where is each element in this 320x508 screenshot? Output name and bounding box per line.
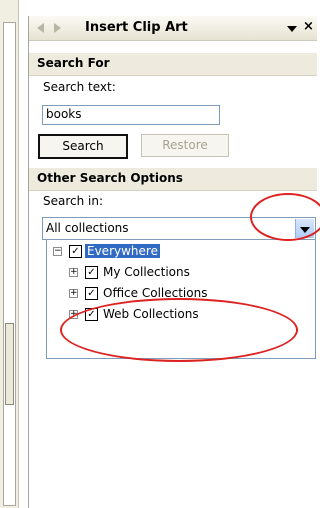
search-text-field[interactable] xyxy=(42,105,220,125)
checkbox-checked-icon[interactable]: ✓ xyxy=(85,266,98,279)
left-arrow-icon[interactable] xyxy=(37,23,44,33)
dropdown-triangle-icon[interactable] xyxy=(287,26,297,32)
search-in-label: Search in: xyxy=(43,194,104,208)
other-search-options-header: Other Search Options xyxy=(29,168,317,191)
tree-node-label: My Collections xyxy=(103,265,190,279)
scrollbar-thumb[interactable] xyxy=(5,323,14,405)
search-in-selected-value: All collections xyxy=(46,221,129,235)
tree-node-label: Everywhere xyxy=(85,244,160,258)
search-button[interactable]: Search xyxy=(38,134,128,159)
right-arrow-icon[interactable] xyxy=(54,23,61,33)
task-pane-title: Insert Clip Art xyxy=(85,20,188,35)
insert-clip-art-task-pane: Insert Clip Art × Search For Search text… xyxy=(28,16,317,508)
expand-icon[interactable]: + xyxy=(69,268,78,277)
search-text-label: Search text: xyxy=(43,80,116,94)
restore-button[interactable]: Restore xyxy=(141,134,229,157)
search-for-section-header: Search For xyxy=(29,53,317,76)
expand-icon[interactable]: + xyxy=(69,289,78,298)
search-text-input[interactable] xyxy=(43,106,215,122)
tree-node-everywhere[interactable]: − ✓ Everywhere xyxy=(47,244,307,260)
close-icon[interactable]: × xyxy=(303,19,314,34)
document-edge xyxy=(0,0,19,508)
task-pane-titlebar: Insert Clip Art × xyxy=(29,16,317,41)
collapse-icon[interactable]: − xyxy=(53,247,62,256)
search-for-heading: Search For xyxy=(37,56,110,70)
checkbox-checked-icon[interactable]: ✓ xyxy=(69,245,82,258)
annotation-ellipse-dropdown xyxy=(250,193,320,241)
vertical-scrollbar[interactable] xyxy=(3,22,16,506)
other-search-options-heading: Other Search Options xyxy=(37,171,183,185)
annotation-ellipse-web-collections xyxy=(60,298,298,362)
tree-node-my-collections[interactable]: + ✓ My Collections xyxy=(47,265,307,281)
checkbox-checked-icon[interactable]: ✓ xyxy=(85,287,98,300)
